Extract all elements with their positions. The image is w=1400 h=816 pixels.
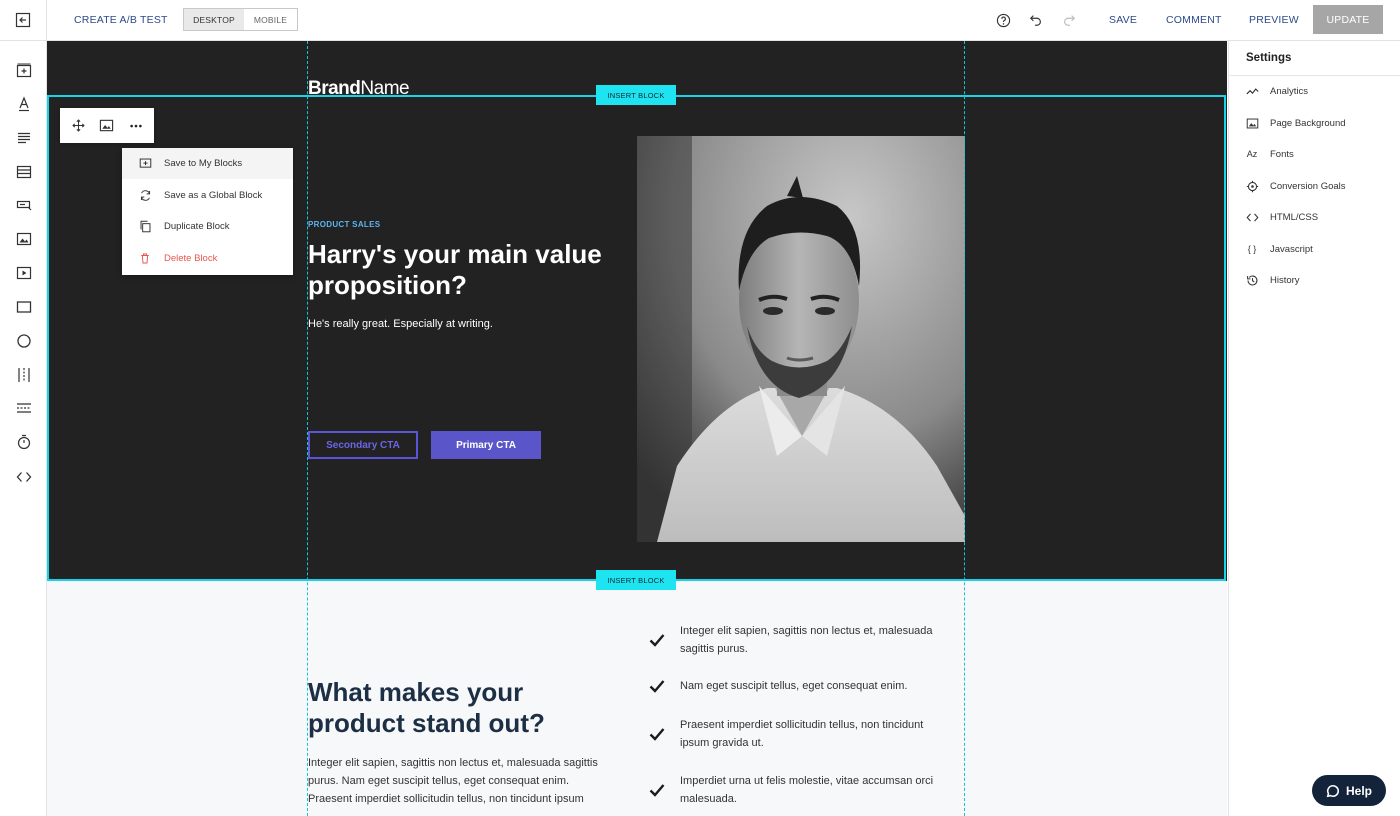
settings-item-analytics[interactable]: Analytics <box>1245 82 1308 100</box>
list-icon[interactable] <box>12 160 36 184</box>
fonts-icon: Az <box>1246 149 1258 159</box>
menu-item-label: Duplicate Block <box>164 221 230 232</box>
settings-item-label: Fonts <box>1270 148 1294 160</box>
settings-title: Settings <box>1246 52 1292 64</box>
settings-item-history[interactable]: History <box>1245 271 1300 289</box>
code-icon[interactable] <box>12 465 36 489</box>
block-toolbar <box>60 108 154 143</box>
add-block-icon[interactable] <box>12 59 36 83</box>
exit-icon <box>15 12 31 28</box>
feature-item[interactable]: Praesent imperdiet sollicitudin tellus, … <box>648 716 938 752</box>
hero-section[interactable]: BrandName PRODUCT SALES Harry's your mai… <box>47 41 1227 581</box>
feature-item[interactable]: Integer elit sapien, sagittis non lectus… <box>648 622 938 658</box>
trash-icon <box>138 252 152 266</box>
page-canvas: BrandName PRODUCT SALES Harry's your mai… <box>47 41 1227 816</box>
exit-editor-button[interactable] <box>0 0 47 40</box>
timer-icon[interactable] <box>12 430 36 454</box>
text-icon[interactable] <box>12 92 36 116</box>
hero-subline[interactable]: He's really great. Especially at writing… <box>308 318 493 330</box>
analytics-icon <box>1245 84 1259 98</box>
create-ab-test-link[interactable]: CREATE A/B TEST <box>74 14 168 26</box>
hero-portrait-image[interactable] <box>637 136 965 542</box>
feature-text: Praesent imperdiet sollicitudin tellus, … <box>680 719 924 749</box>
feature-text: Imperdiet urna ut felis molestie, vitae … <box>680 775 934 805</box>
menu-item-label: Delete Block <box>164 253 218 264</box>
update-button[interactable]: UPDATE <box>1313 5 1383 34</box>
help-button[interactable]: Help <box>1312 775 1386 806</box>
settings-item-page-background[interactable]: Page Background <box>1245 114 1346 132</box>
brand-logo[interactable]: BrandName <box>308 78 410 100</box>
save-as-global-block-item[interactable]: Save as a Global Block <box>122 180 293 211</box>
insert-block-button-bottom[interactable]: INSERT BLOCK <box>596 570 676 590</box>
code-icon <box>1245 210 1259 224</box>
feature-text: Nam eget suscipit tellus, eget consequat… <box>680 680 908 692</box>
top-bar: CREATE A/B TEST DESKTOP MOBILE SAVE COMM… <box>0 0 1400 41</box>
settings-item-label: Analytics <box>1270 85 1309 97</box>
element-toolbar <box>0 41 47 816</box>
menu-item-label: Save to My Blocks <box>164 158 243 169</box>
duplicate-icon <box>138 220 152 234</box>
secondary-cta-button[interactable]: Secondary CTA <box>308 431 418 459</box>
settings-item-label: HTML/CSS <box>1270 211 1319 223</box>
settings-item-label: Page Background <box>1270 117 1346 129</box>
feature-text: Integer elit sapien, sagittis non lectus… <box>680 625 933 655</box>
duplicate-block-item[interactable]: Duplicate Block <box>122 211 293 242</box>
settings-divider <box>1229 75 1400 76</box>
settings-panel: Settings Analytics Page Background Az Fo… <box>1228 41 1400 816</box>
settings-item-label: Conversion Goals <box>1270 180 1346 192</box>
circle-icon[interactable] <box>12 329 36 353</box>
primary-cta-button[interactable]: Primary CTA <box>431 431 541 459</box>
save-button[interactable]: SAVE <box>1109 14 1137 26</box>
video-icon[interactable] <box>12 261 36 285</box>
comment-button[interactable]: COMMENT <box>1166 14 1222 26</box>
settings-item-label: History <box>1270 274 1300 286</box>
settings-item-fonts[interactable]: Az Fonts <box>1245 145 1294 163</box>
hero-headline[interactable]: Harry's your main value proposition? <box>308 239 608 301</box>
image-icon <box>1245 116 1259 130</box>
help-label: Help <box>1345 783 1372 798</box>
chat-bubble-icon <box>1326 784 1339 797</box>
save-to-my-blocks-item[interactable]: Save to My Blocks <box>122 148 293 179</box>
menu-item-label: Save as a Global Block <box>164 190 263 201</box>
mobile-view-button[interactable]: MOBILE <box>244 9 297 30</box>
settings-item-javascript[interactable]: { } Javascript <box>1245 240 1313 258</box>
settings-item-conversion-goals[interactable]: Conversion Goals <box>1245 177 1346 195</box>
insert-block-button-top[interactable]: INSERT BLOCK <box>596 85 676 105</box>
box-icon[interactable] <box>12 295 36 319</box>
hero-eyebrow[interactable]: PRODUCT SALES <box>308 220 380 229</box>
preview-button[interactable]: PREVIEW <box>1249 14 1299 26</box>
undo-icon[interactable] <box>1026 10 1046 30</box>
history-icon <box>1245 273 1259 287</box>
form-icon[interactable] <box>12 193 36 217</box>
paragraph-icon[interactable] <box>12 126 36 150</box>
columns-icon[interactable] <box>12 363 36 387</box>
delete-block-item[interactable]: Delete Block <box>122 243 293 274</box>
background-image-icon[interactable] <box>95 114 119 138</box>
section-body-text[interactable]: Integer elit sapien, sagittis non lectus… <box>308 754 604 808</box>
section-title[interactable]: What makes your product stand out? <box>308 677 608 739</box>
brand-logo-regular: Name <box>360 78 410 99</box>
feature-item[interactable]: Nam eget suscipit tellus, eget consequat… <box>648 677 938 695</box>
more-options-icon[interactable] <box>124 114 148 138</box>
checkmark-icon <box>648 781 666 799</box>
save-block-icon <box>138 157 152 171</box>
image-icon[interactable] <box>12 227 36 251</box>
checkmark-icon <box>648 677 666 695</box>
device-toggle: DESKTOP MOBILE <box>183 8 298 31</box>
redo-icon[interactable] <box>1059 10 1079 30</box>
divider-icon[interactable] <box>12 396 36 420</box>
target-icon <box>1245 179 1259 193</box>
block-options-menu: Save to My Blocks Save as a Global Block… <box>122 148 293 275</box>
feature-item[interactable]: Imperdiet urna ut felis molestie, vitae … <box>648 772 938 808</box>
help-circle-icon[interactable] <box>993 10 1013 30</box>
desktop-view-button[interactable]: DESKTOP <box>184 9 244 30</box>
settings-item-html-css[interactable]: HTML/CSS <box>1245 208 1318 226</box>
checkmark-icon <box>648 631 666 649</box>
move-icon[interactable] <box>66 114 90 138</box>
sync-icon <box>138 189 152 203</box>
braces-icon: { } <box>1247 244 1257 254</box>
checkmark-icon <box>648 725 666 743</box>
brand-logo-bold: Brand <box>308 78 361 99</box>
settings-item-label: Javascript <box>1270 243 1313 255</box>
